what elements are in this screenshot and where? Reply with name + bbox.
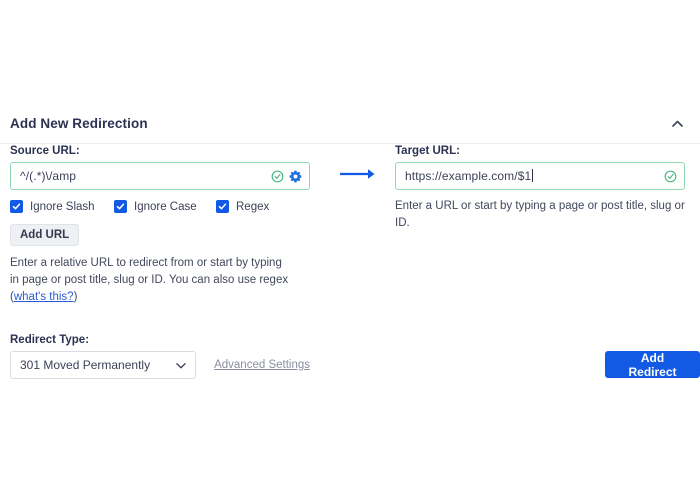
target-url-input[interactable]: https://example.com/$1 bbox=[395, 162, 685, 190]
source-help-suffix: ) bbox=[73, 291, 78, 303]
add-redirect-button[interactable]: Add Redirect bbox=[605, 351, 700, 379]
redirect-type-label: Redirect Type: bbox=[10, 334, 90, 346]
check-circle-icon bbox=[271, 170, 284, 183]
advanced-settings-link[interactable]: Advanced Settings bbox=[214, 359, 310, 371]
checkbox-label: Ignore Case bbox=[134, 200, 197, 213]
checkbox-label: Ignore Slash bbox=[30, 200, 95, 213]
target-url-icons bbox=[664, 170, 684, 183]
checkbox-checked-icon bbox=[114, 200, 127, 213]
source-url-input[interactable]: ^/(.*)\/amp bbox=[10, 162, 310, 190]
text-cursor bbox=[531, 169, 533, 182]
page-title: Add New Redirection bbox=[10, 116, 148, 131]
redirection-plugin-panel: Add New Redirection Source URL: ^/(.*)\/… bbox=[0, 0, 700, 500]
whats-this-link[interactable]: what's this? bbox=[14, 291, 74, 303]
redirect-type-select[interactable]: 301 Moved Permanently bbox=[10, 351, 197, 379]
source-url-value: ^/(.*)\/amp bbox=[20, 169, 77, 183]
panel-header: Add New Redirection bbox=[0, 104, 700, 144]
source-column: Source URL: ^/(.*)\/amp Ignore Slash Ign… bbox=[10, 145, 310, 306]
collapse-panel-button[interactable] bbox=[666, 113, 688, 135]
target-url-label: Target URL: bbox=[395, 145, 460, 157]
checkbox-checked-icon bbox=[10, 200, 23, 213]
redirect-type-block: Redirect Type: 301 Moved Permanently Adv… bbox=[10, 334, 310, 379]
target-url-value-wrap: https://example.com/$1 bbox=[396, 163, 664, 189]
checkbox-ignore-slash[interactable]: Ignore Slash bbox=[10, 200, 114, 213]
arrow-right-icon bbox=[338, 168, 378, 185]
add-url-button[interactable]: Add URL bbox=[10, 224, 80, 246]
checkbox-checked-icon bbox=[216, 200, 229, 213]
target-column: Target URL: https://example.com/$1 Enter… bbox=[395, 145, 685, 232]
redirect-type-row: 301 Moved Permanently Advanced Settings bbox=[10, 351, 310, 379]
flow-arrow bbox=[338, 167, 378, 183]
checkbox-regex[interactable]: Regex bbox=[216, 200, 269, 213]
check-circle-icon bbox=[664, 170, 677, 183]
checkbox-ignore-case[interactable]: Ignore Case bbox=[114, 200, 216, 213]
target-url-value: https://example.com/$1 bbox=[405, 169, 532, 183]
chevron-up-icon bbox=[671, 120, 683, 127]
source-url-icons bbox=[271, 170, 309, 183]
source-url-help-text: Enter a relative URL to redirect from or… bbox=[10, 255, 292, 306]
redirect-type-value: 301 Moved Permanently bbox=[20, 358, 151, 372]
checkbox-label: Regex bbox=[236, 200, 270, 213]
chevron-down-icon bbox=[176, 362, 195, 369]
source-url-label: Source URL: bbox=[10, 145, 80, 157]
source-options-row: Ignore Slash Ignore Case Regex bbox=[10, 200, 310, 213]
target-url-help-text: Enter a URL or start by typing a page or… bbox=[395, 200, 685, 229]
gear-icon[interactable] bbox=[289, 170, 302, 183]
